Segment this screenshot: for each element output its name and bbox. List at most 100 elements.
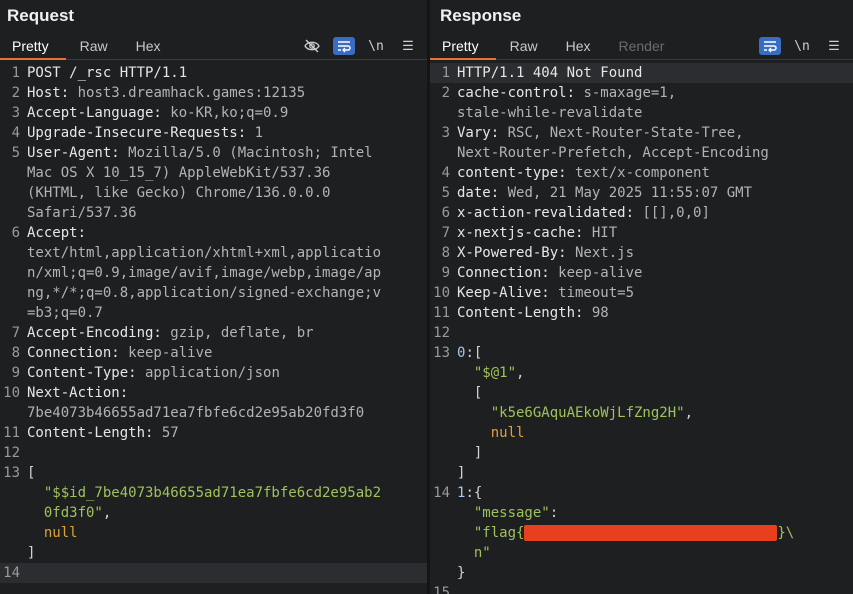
tab-response-hex[interactable]: Hex: [552, 32, 605, 60]
code-token: POST /_rsc HTTP/1.1: [27, 65, 188, 81]
response-editor[interactable]: 1 HTTP/1.1 404 Not Found 2 cache-control: s…: [430, 60, 853, 594]
code-line[interactable]: 14 1:{: [430, 483, 853, 503]
code-line[interactable]: 7 x-nextjs-cache: HIT: [430, 223, 853, 243]
code-line[interactable]: ]: [430, 443, 853, 463]
word-wrap-icon[interactable]: [759, 37, 781, 55]
line-number: 2: [11, 85, 20, 101]
code-line[interactable]: 11 Content-Length: 57: [0, 423, 427, 443]
code-token: "$$id_7be4073b46655ad71ea7fbfe6cd2e95ab2: [27, 485, 382, 501]
code-line[interactable]: ]: [0, 543, 427, 563]
code-token: n/xml;q=0.9,image/avif,image/webp,image/…: [27, 265, 382, 281]
code-line[interactable]: 3 Accept-Language: ko-KR,ko;q=0.9: [0, 103, 427, 123]
code-line[interactable]: 8 Connection: keep-alive: [0, 343, 427, 363]
line-content: null: [450, 423, 853, 443]
menu-icon[interactable]: ☰: [397, 37, 419, 55]
code-line[interactable]: 5 date: Wed, 21 May 2025 11:55:07 GMT: [430, 183, 853, 203]
code-line[interactable]: ]: [430, 463, 853, 483]
code-line[interactable]: [: [430, 383, 853, 403]
code-line[interactable]: 4 content-type: text/x-component: [430, 163, 853, 183]
line-content: Safari/537.36: [20, 203, 427, 223]
code-line[interactable]: Next-Router-Prefetch, Accept-Encoding: [430, 143, 853, 163]
code-line[interactable]: 2 Host: host3.dreamhack.games:12135: [0, 83, 427, 103]
code-line[interactable]: Mac OS X 10_15_7) AppleWebKit/537.36: [0, 163, 427, 183]
line-content: [450, 323, 853, 343]
code-line[interactable]: 4 Upgrade-Insecure-Requests: 1: [0, 123, 427, 143]
code-line[interactable]: "message":: [430, 503, 853, 523]
code-line[interactable]: 0fd3f0",: [0, 503, 427, 523]
menu-icon[interactable]: ☰: [823, 37, 845, 55]
line-content: "$@1",: [450, 363, 853, 383]
code-line[interactable]: null: [430, 423, 853, 443]
code-line[interactable]: 13 0:[: [430, 343, 853, 363]
word-wrap-icon[interactable]: [333, 37, 355, 55]
request-editor[interactable]: 1 POST /_rsc HTTP/1.1 2 Host: host3.dreamha…: [0, 60, 427, 583]
line-number: 14: [3, 565, 20, 581]
code-line[interactable]: 12: [430, 323, 853, 343]
code-line[interactable]: 10 Next-Action:: [0, 383, 427, 403]
code-token: null: [457, 425, 525, 441]
code-line[interactable]: 7be4073b46655ad71ea7fbfe6cd2e95ab20fd3f0: [0, 403, 427, 423]
line-number: 1: [11, 65, 20, 81]
code-line[interactable]: 3 Vary: RSC, Next-Router-State-Tree,: [430, 123, 853, 143]
code-line[interactable]: 1 HTTP/1.1 404 Not Found: [430, 63, 853, 83]
code-line[interactable]: }: [430, 563, 853, 583]
tab-request-pretty[interactable]: Pretty: [0, 32, 66, 60]
tab-response-render[interactable]: Render: [605, 32, 679, 60]
code-line[interactable]: 11 Content-Length: 98: [430, 303, 853, 323]
tab-response-raw[interactable]: Raw: [496, 32, 552, 60]
line-content: Accept-Encoding: gzip, deflate, br: [20, 323, 427, 343]
code-line[interactable]: "$$id_7be4073b46655ad71ea7fbfe6cd2e95ab2: [0, 483, 427, 503]
code-token: 7be4073b46655ad71ea7fbfe6cd2e95ab20fd3f0: [27, 405, 365, 421]
tab-response-pretty[interactable]: Pretty: [430, 32, 496, 60]
tab-request-raw[interactable]: Raw: [66, 32, 122, 60]
code-line[interactable]: null: [0, 523, 427, 543]
code-line[interactable]: 6 x-action-revalidated: [[],0,0]: [430, 203, 853, 223]
code-line[interactable]: 9 Connection: keep-alive: [430, 263, 853, 283]
code-line[interactable]: 9 Content-Type: application/json: [0, 363, 427, 383]
tab-request-hex[interactable]: Hex: [122, 32, 175, 60]
line-number: 12: [3, 445, 20, 461]
line-content: text/html,application/xhtml+xml,applicat…: [20, 243, 427, 263]
response-title: Response: [440, 6, 522, 25]
code-line[interactable]: 12: [0, 443, 427, 463]
code-line[interactable]: n/xml;q=0.9,image/avif,image/webp,image/…: [0, 263, 427, 283]
code-line[interactable]: (KHTML, like Gecko) Chrome/136.0.0.0: [0, 183, 427, 203]
line-content: n": [450, 543, 853, 563]
code-token: Accept:: [27, 225, 87, 241]
code-line[interactable]: 10 Keep-Alive: timeout=5: [430, 283, 853, 303]
code-line[interactable]: 1 POST /_rsc HTTP/1.1: [0, 63, 427, 83]
code-line[interactable]: =b3;q=0.7: [0, 303, 427, 323]
request-toolbar: \n ☰: [301, 37, 419, 55]
newline-toggle-icon[interactable]: \n: [791, 37, 813, 55]
code-line[interactable]: 5 User-Agent: Mozilla/5.0 (Macintosh; Int…: [0, 143, 427, 163]
code-token: HIT: [583, 225, 618, 241]
code-token: date:: [457, 185, 500, 201]
code-token: Vary:: [457, 125, 500, 141]
code-token: ng,*/*;q=0.8,application/signed-exchange…: [27, 285, 382, 301]
code-line[interactable]: "$@1",: [430, 363, 853, 383]
code-token: User-Agent:: [27, 145, 120, 161]
hide-eye-icon[interactable]: [301, 37, 323, 55]
code-line[interactable]: 15: [430, 583, 853, 594]
line-number: 3: [441, 125, 450, 141]
code-line[interactable]: "k5e6GAquAEkoWjLfZng2H",: [430, 403, 853, 423]
code-line[interactable]: 13 [: [0, 463, 427, 483]
code-line[interactable]: stale-while-revalidate: [430, 103, 853, 123]
code-line[interactable]: 14: [0, 563, 427, 583]
code-line[interactable]: 8 X-Powered-By: Next.js: [430, 243, 853, 263]
code-line[interactable]: "flag{ }\: [430, 523, 853, 543]
code-line[interactable]: 7 Accept-Encoding: gzip, deflate, br: [0, 323, 427, 343]
code-line[interactable]: n": [430, 543, 853, 563]
code-token: content-type:: [457, 165, 567, 181]
line-number: [430, 463, 450, 483]
newline-toggle-icon[interactable]: \n: [365, 37, 387, 55]
code-token: timeout=5: [549, 285, 635, 301]
code-token: HTTP/1.1 404 Not Found: [457, 65, 643, 81]
code-line[interactable]: ng,*/*;q=0.8,application/signed-exchange…: [0, 283, 427, 303]
code-line[interactable]: text/html,application/xhtml+xml,applicat…: [0, 243, 427, 263]
code-line[interactable]: 2 cache-control: s-maxage=1,: [430, 83, 853, 103]
code-line[interactable]: 6 Accept:: [0, 223, 427, 243]
code-line[interactable]: Safari/537.36: [0, 203, 427, 223]
line-number: [0, 303, 20, 323]
line-number: [430, 103, 450, 123]
